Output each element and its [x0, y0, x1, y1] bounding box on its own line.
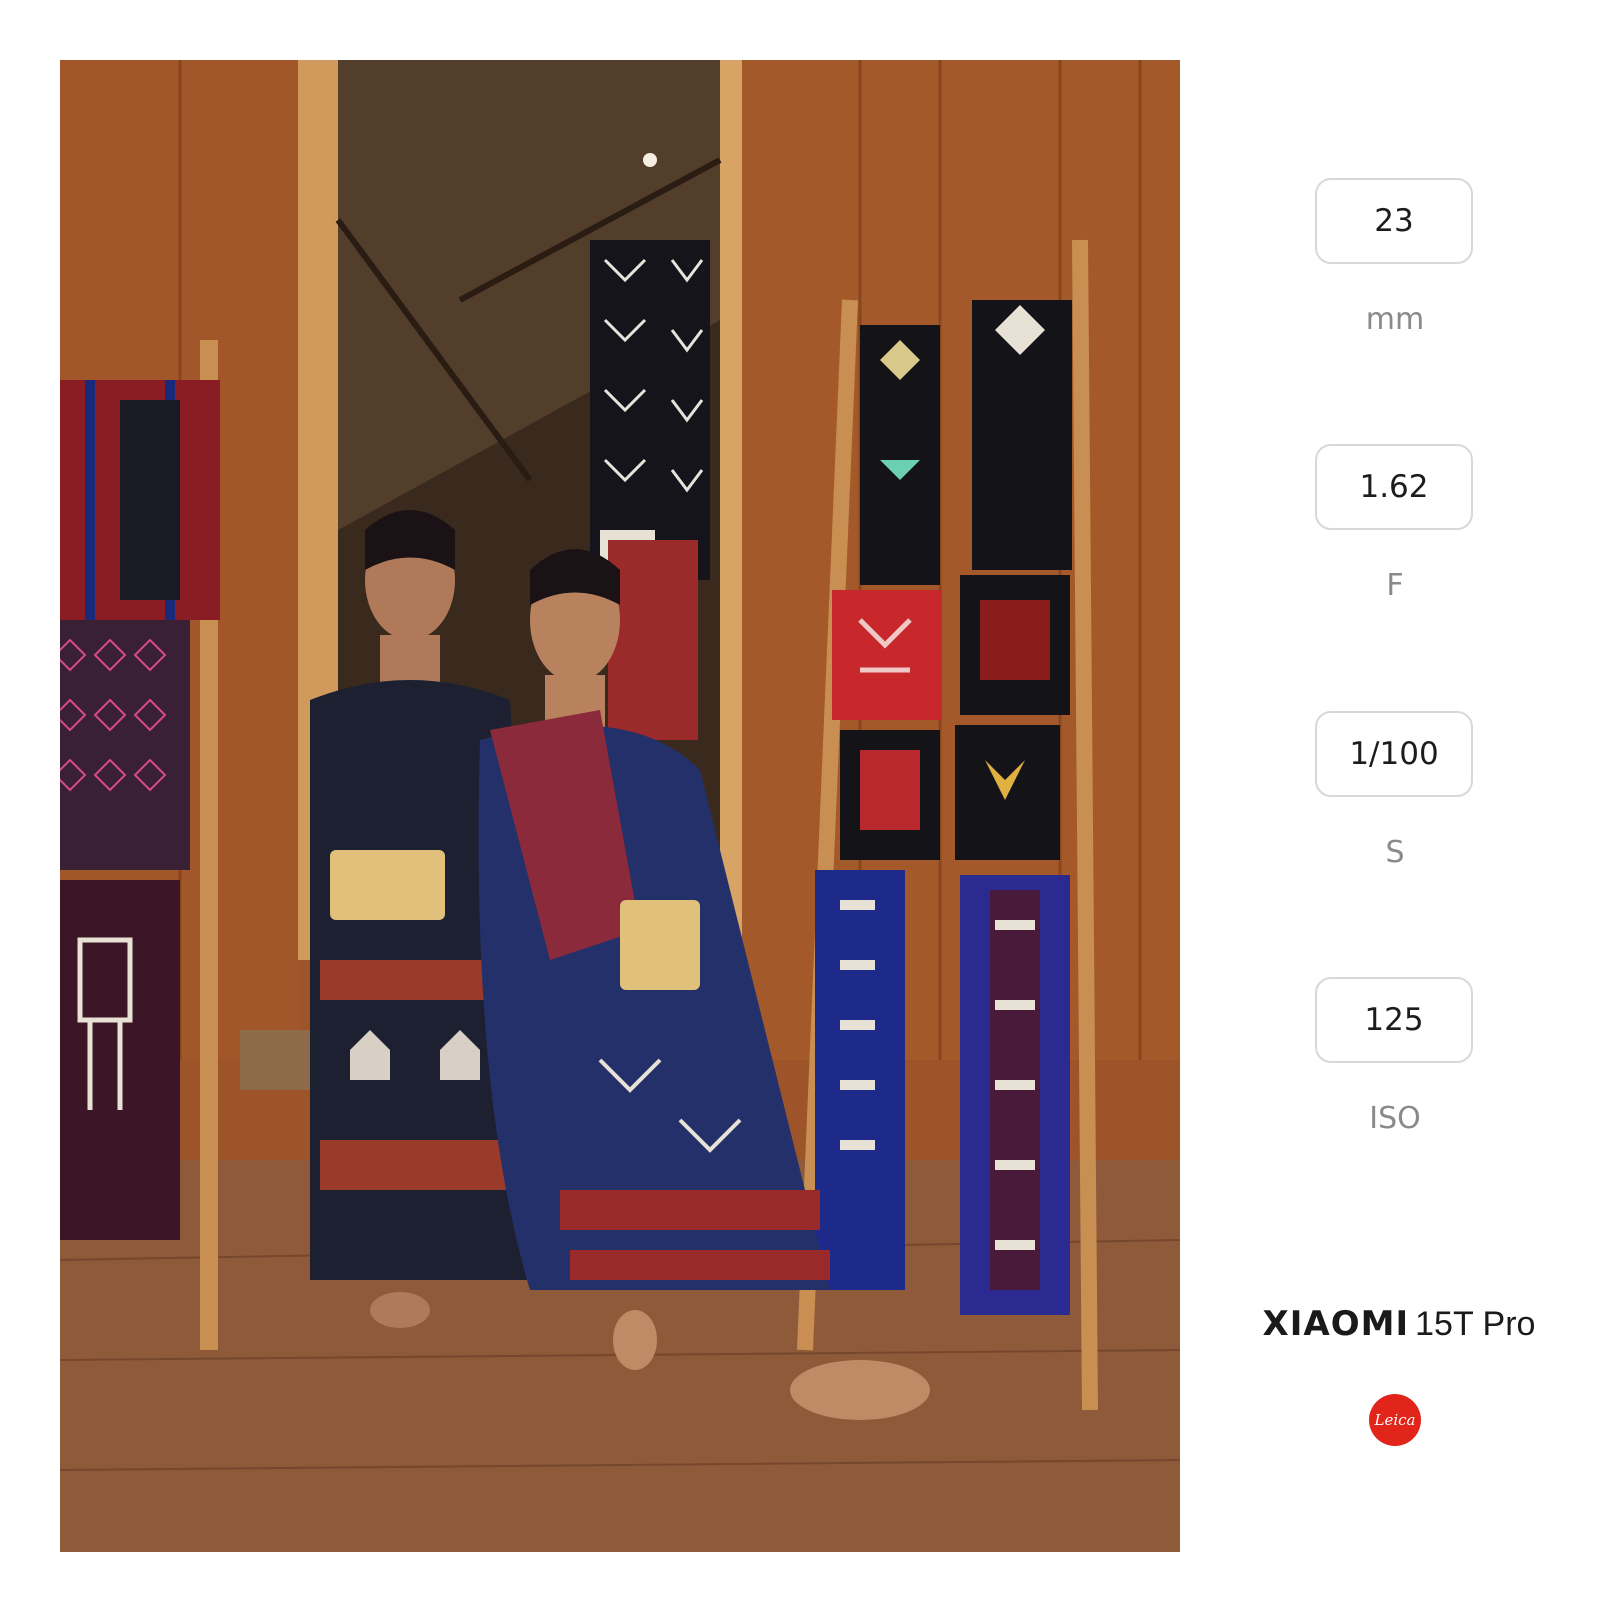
aperture-value: 1.62 — [1315, 444, 1473, 530]
aperture-unit: F — [1386, 568, 1404, 603]
photo-scene — [60, 60, 1180, 1552]
aperture-group: 1.62 F — [1315, 444, 1475, 603]
photo — [60, 60, 1180, 1552]
leica-logo-icon: Leica — [1369, 1394, 1421, 1446]
iso-group: 125 ISO — [1315, 977, 1475, 1136]
textile-doorway — [590, 240, 710, 580]
exif-panel: 23 mm 1.62 F 1/100 S 125 ISO — [1280, 0, 1510, 1600]
door-frame-right — [720, 60, 742, 960]
woven-basket-right — [620, 900, 700, 990]
shutter-group: 1/100 S — [1315, 711, 1475, 870]
shutter-value: 1/100 — [1315, 711, 1473, 797]
focal-length-value: 23 — [1315, 178, 1473, 264]
brand-model: 15T Pro — [1415, 1305, 1536, 1343]
focal-length-group: 23 mm — [1315, 178, 1475, 337]
shutter-unit: S — [1385, 835, 1405, 870]
iso-value: 125 — [1315, 977, 1473, 1063]
brand-name: XIAOMI — [1262, 1304, 1410, 1344]
camera-brand: XIAOMI 15T Pro — [1234, 1304, 1564, 1344]
focal-length-unit: mm — [1365, 302, 1425, 337]
woven-basket-left — [330, 850, 445, 920]
iso-unit: ISO — [1369, 1101, 1421, 1136]
